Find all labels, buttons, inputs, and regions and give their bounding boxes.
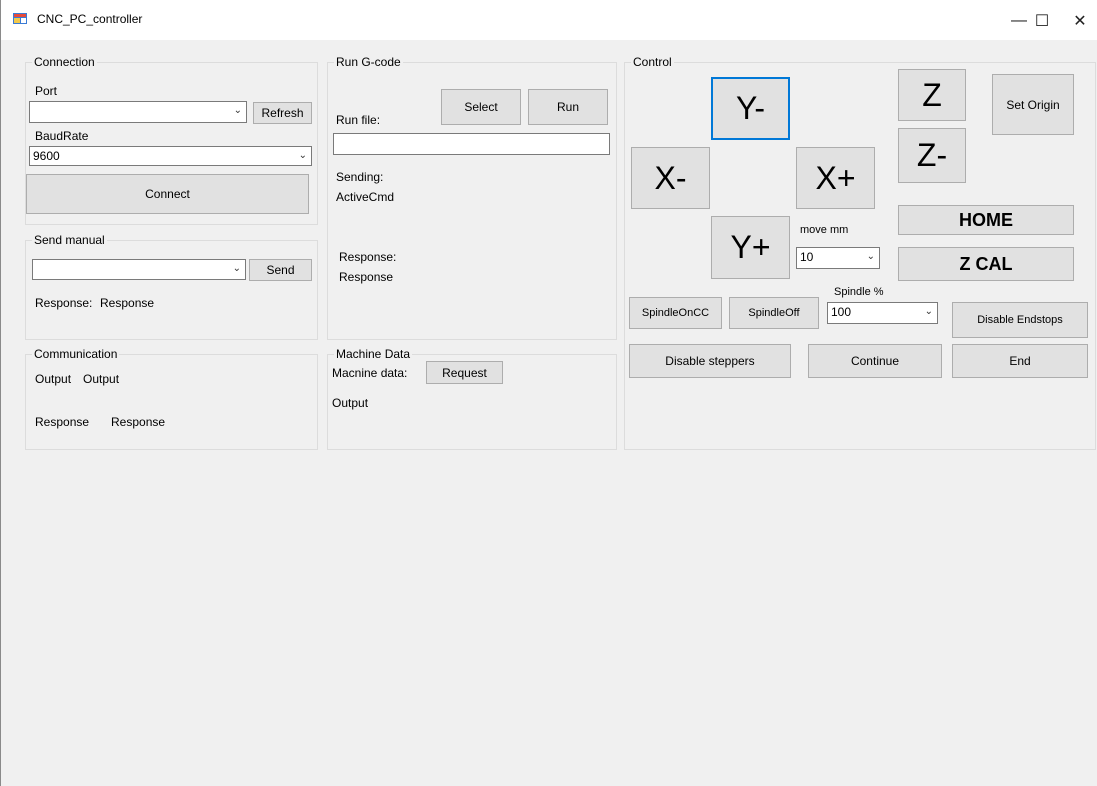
run-gcode-group-title: Run G-code — [334, 55, 403, 69]
chevron-down-icon: ⌄ — [232, 263, 241, 274]
set-origin-button[interactable]: Set Origin — [992, 74, 1074, 135]
communication-group-title: Communication — [32, 347, 120, 361]
sending-label: Sending: — [336, 170, 384, 184]
gcode-response-label: Response: — [339, 250, 397, 264]
manual-command-combobox[interactable]: ⌄ — [32, 259, 246, 280]
comm-output-value: Output — [83, 372, 120, 386]
manual-response-label: Response: — [35, 296, 93, 310]
baudrate-label: BaudRate — [35, 129, 89, 143]
z-plus-button[interactable]: Z — [898, 69, 966, 121]
file-path-input[interactable] — [333, 133, 610, 155]
x-minus-button[interactable]: X- — [631, 147, 710, 209]
home-button[interactable]: HOME — [898, 205, 1074, 235]
baudrate-value: 9600 — [33, 149, 60, 163]
baudrate-combobox[interactable]: 9600 ⌄ — [29, 146, 312, 166]
app-icon — [13, 13, 27, 24]
main-window: CNC_PC_controller — ☐ ✕ Connection Port … — [0, 0, 1097, 786]
x-plus-button[interactable]: X+ — [796, 147, 875, 209]
window-title: CNC_PC_controller — [37, 12, 143, 26]
active-cmd-value: ActiveCmd — [336, 190, 395, 204]
z-cal-button[interactable]: Z CAL — [898, 247, 1074, 281]
port-label: Port — [35, 84, 58, 98]
control-group-title: Control — [631, 55, 674, 69]
continue-button[interactable]: Continue — [808, 344, 942, 378]
comm-response-label: Response — [35, 415, 90, 429]
send-button[interactable]: Send — [249, 259, 312, 281]
spindle-percent-combobox[interactable]: 100 ⌄ — [827, 302, 938, 324]
chevron-down-icon: ⌄ — [298, 150, 307, 161]
gcode-response-value: Response — [339, 270, 394, 284]
disable-steppers-button[interactable]: Disable steppers — [629, 344, 791, 378]
chevron-down-icon: ⌄ — [233, 105, 242, 116]
spindle-label: Spindle % — [834, 286, 884, 298]
disable-endstops-button[interactable]: Disable Endstops — [952, 302, 1088, 338]
select-file-button[interactable]: Select — [441, 89, 521, 125]
y-minus-button[interactable]: Y- — [711, 77, 790, 140]
manual-response-value: Response — [100, 296, 155, 310]
refresh-button[interactable]: Refresh — [253, 102, 312, 124]
run-file-label: Run file: — [336, 113, 381, 127]
connect-button[interactable]: Connect — [26, 174, 309, 214]
end-button[interactable]: End — [952, 344, 1088, 378]
comm-response-value: Response — [111, 415, 166, 429]
machine-data-label: Macnine data: — [332, 366, 408, 380]
title-bar[interactable]: CNC_PC_controller — ☐ ✕ — [1, 0, 1097, 40]
spindle-percent-value: 100 — [831, 305, 852, 319]
spindle-off-button[interactable]: SpindleOff — [729, 297, 819, 329]
move-mm-label: move mm — [800, 224, 849, 236]
y-plus-button[interactable]: Y+ — [711, 216, 790, 279]
machine-data-group-title: Machine Data — [334, 347, 413, 361]
run-button[interactable]: Run — [528, 89, 608, 125]
send-manual-group: Send manual — [25, 233, 318, 340]
communication-group: Communication — [25, 347, 318, 450]
comm-output-label: Output — [35, 372, 72, 386]
port-combobox[interactable]: ⌄ — [29, 101, 247, 123]
close-button[interactable]: ✕ — [1057, 6, 1097, 36]
move-mm-combobox[interactable]: 10 ⌄ — [796, 247, 880, 269]
move-mm-value: 10 — [800, 250, 814, 264]
chevron-down-icon: ⌄ — [866, 251, 875, 262]
connection-group-title: Connection — [32, 55, 97, 69]
z-minus-button[interactable]: Z- — [898, 128, 966, 183]
request-button[interactable]: Request — [426, 361, 503, 384]
spindle-on-cc-button[interactable]: SpindleOnCC — [629, 297, 722, 329]
machine-output-value: Output — [332, 396, 369, 410]
chevron-down-icon: ⌄ — [924, 306, 933, 317]
send-manual-group-title: Send manual — [32, 233, 107, 247]
